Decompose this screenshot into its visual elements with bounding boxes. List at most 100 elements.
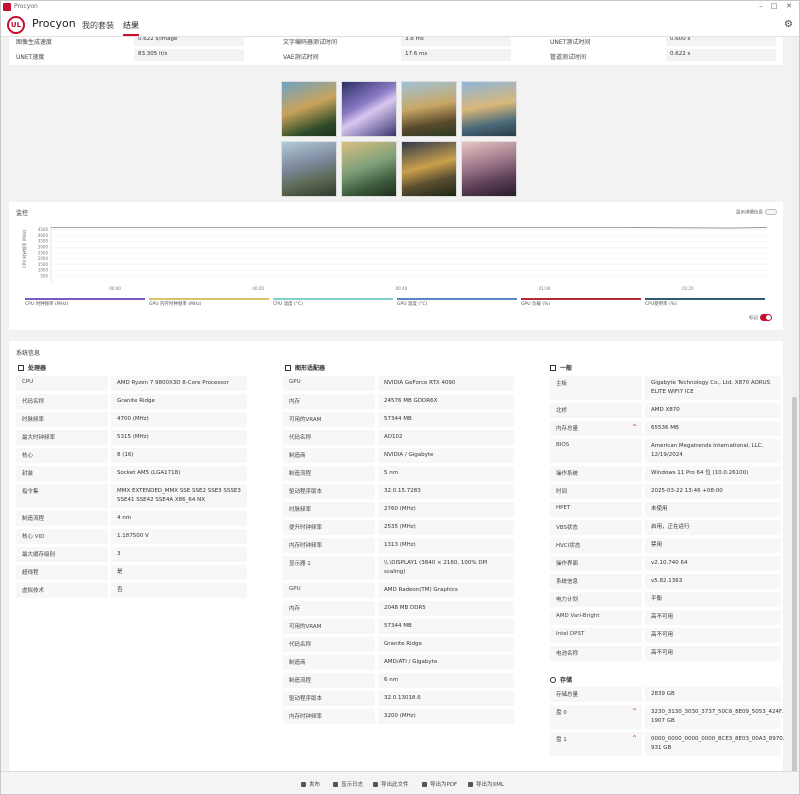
legend-item[interactable]: CPU使用率 (%) — [645, 298, 765, 307]
tab-results[interactable]: 结果 — [123, 20, 139, 36]
legend-item[interactable]: GPU 内存时钟频率 (MHz) — [149, 298, 269, 307]
info-label: 驱动程序版本 — [283, 484, 375, 499]
publish-button[interactable]: 发布 — [301, 780, 320, 788]
info-value: 24576 MB GDDR6X — [378, 394, 514, 409]
export-xml-label: 导出为XML — [476, 782, 505, 788]
info-value: 4 nm — [111, 511, 247, 526]
show-log-button[interactable]: 显示日志 — [333, 780, 363, 788]
info-value: 是 — [111, 565, 247, 580]
maximize-icon[interactable]: □ — [769, 2, 779, 12]
y-tick-label: 500 — [40, 274, 48, 279]
info-label: 最大缓存级别 — [16, 547, 108, 562]
x-tick-label: 01:20 — [682, 286, 694, 291]
generated-image[interactable] — [281, 81, 337, 137]
generated-image[interactable] — [341, 81, 397, 137]
info-row: 制造流程 4 nm — [16, 511, 247, 526]
info-value: 平衡 — [645, 592, 781, 607]
generated-image[interactable] — [341, 141, 397, 197]
info-value: AMD Radeon(TM) Graphics — [378, 583, 514, 598]
generated-image[interactable] — [401, 81, 457, 137]
export-xml-button[interactable]: 导出为XML — [468, 780, 504, 788]
info-label: 制造流程 — [283, 673, 375, 688]
detail-toggle[interactable]: 显示详细信息 — [736, 209, 777, 216]
info-value: 3200 (MHz) — [378, 709, 514, 724]
info-row: VBS状态 启用，正在运行 — [550, 520, 781, 535]
info-value: 3 — [111, 547, 247, 562]
info-label: AMD Vari-Bright — [550, 610, 642, 625]
info-row: CPU AMD Ryzen 7 9800X3D 8-Core Processor — [16, 376, 247, 391]
y-tick-label: 3000 — [38, 245, 49, 250]
markers-toggle[interactable]: 标记 — [749, 314, 772, 321]
legend-item[interactable]: GPU 负载 (%) — [521, 298, 641, 307]
info-value: 1.187500 V — [111, 529, 247, 544]
info-row: 驱动程序版本 32.0.13018.6 — [283, 691, 514, 706]
y-tick-label: 1500 — [38, 262, 49, 267]
expand-caret-icon[interactable]: ^ — [632, 424, 637, 431]
legend-item[interactable]: CPU 时钟频率 (MHz) — [25, 298, 145, 307]
info-value: 2760 (MHz) — [378, 502, 514, 517]
info-label: 时间 — [550, 484, 642, 499]
y-tick-label: 1000 — [38, 268, 49, 273]
info-row: 核心 VID 1.187500 V — [16, 529, 247, 544]
info-value: 4700 (MHz) — [111, 412, 247, 427]
minimize-icon[interactable]: – — [756, 2, 766, 12]
info-label: 内存 — [283, 394, 375, 409]
cpu-icon — [18, 365, 24, 371]
info-value: Granite Ridge — [378, 637, 514, 652]
close-icon[interactable]: ✕ — [784, 2, 794, 12]
info-label: 最大时钟频率 — [16, 430, 108, 445]
generated-image[interactable] — [401, 141, 457, 197]
toggle-switch[interactable] — [765, 209, 777, 215]
export-pdf-button[interactable]: 导出为PDF — [422, 780, 457, 788]
section-general-heading: 一般 — [550, 363, 572, 372]
info-value: 2839 GB — [645, 687, 781, 702]
section-storage-heading: 存储 — [550, 675, 572, 684]
gear-icon[interactable]: ⚙ — [784, 19, 793, 30]
section-title: 存储 — [560, 677, 573, 684]
metric-value: 17.6 ms — [401, 49, 511, 61]
info-label: 封装 — [16, 466, 108, 481]
info-label: VBS状态 — [550, 520, 642, 535]
info-row: 最大缓存级别 3 — [16, 547, 247, 562]
generated-image[interactable] — [281, 141, 337, 197]
generated-image[interactable] — [461, 81, 517, 137]
export-file-button[interactable]: 导出此文件 — [373, 780, 409, 788]
info-row: 电力计划 平衡 — [550, 592, 781, 607]
info-value: Socket AM5 (LGA1718) — [111, 466, 247, 481]
y-tick-label: 4500 — [38, 227, 49, 232]
legend-item[interactable]: CPU 温度 (°C) — [273, 298, 393, 307]
section-title: 一般 — [560, 365, 573, 372]
legend-item[interactable]: GPU 温度 (°C) — [397, 298, 517, 307]
info-row: 时脉频率 2760 (MHz) — [283, 502, 514, 517]
info-label: 可用的VRAM — [283, 619, 375, 634]
info-row: 内存总量 65536 MB ^ — [550, 421, 781, 436]
toggle-switch[interactable] — [760, 314, 772, 321]
info-value: 65536 MB — [645, 421, 781, 436]
info-value: 禁用 — [645, 538, 781, 553]
info-label: 存储总量 — [550, 687, 642, 702]
info-row: HVCI状态 禁用 — [550, 538, 781, 553]
expand-caret-icon[interactable]: ^ — [632, 708, 637, 715]
scrollbar-thumb[interactable] — [792, 397, 797, 777]
system-info-card: 系统信息 处理器 图形适配器 一般 存储 CPU AMD Ryzen 7 9800… — [9, 341, 785, 771]
generated-image[interactable] — [461, 141, 517, 197]
ul-logo: UL — [7, 16, 25, 34]
tab-my-suites[interactable]: 我的套装 — [82, 20, 114, 31]
info-label: 驱动程序版本 — [283, 691, 375, 706]
y-tick-label: 2000 — [38, 256, 49, 261]
info-row: 虚拟技术否 — [16, 583, 247, 598]
info-label: 操作界面 — [550, 556, 642, 571]
info-row: 制造流程 6 nm — [283, 673, 514, 688]
info-value: 2025-03-22 13:46 +08:00 — [645, 484, 781, 499]
info-label: HPET — [550, 502, 642, 517]
vertical-scrollbar[interactable] — [791, 37, 799, 777]
info-label: 虚拟技术 — [16, 583, 108, 598]
info-label: 提升时钟频率 — [283, 520, 375, 535]
info-label: HVCI状态 — [550, 538, 642, 553]
info-value: v5.82.1363 — [645, 574, 781, 589]
info-value: 启用，正在运行 — [645, 520, 781, 535]
expand-caret-icon[interactable]: ^ — [632, 735, 637, 742]
info-row: 最大时钟频率 5315 (MHz) — [16, 430, 247, 445]
system-info-title: 系统信息 — [16, 350, 41, 357]
info-value: AMD X870 — [645, 403, 781, 418]
